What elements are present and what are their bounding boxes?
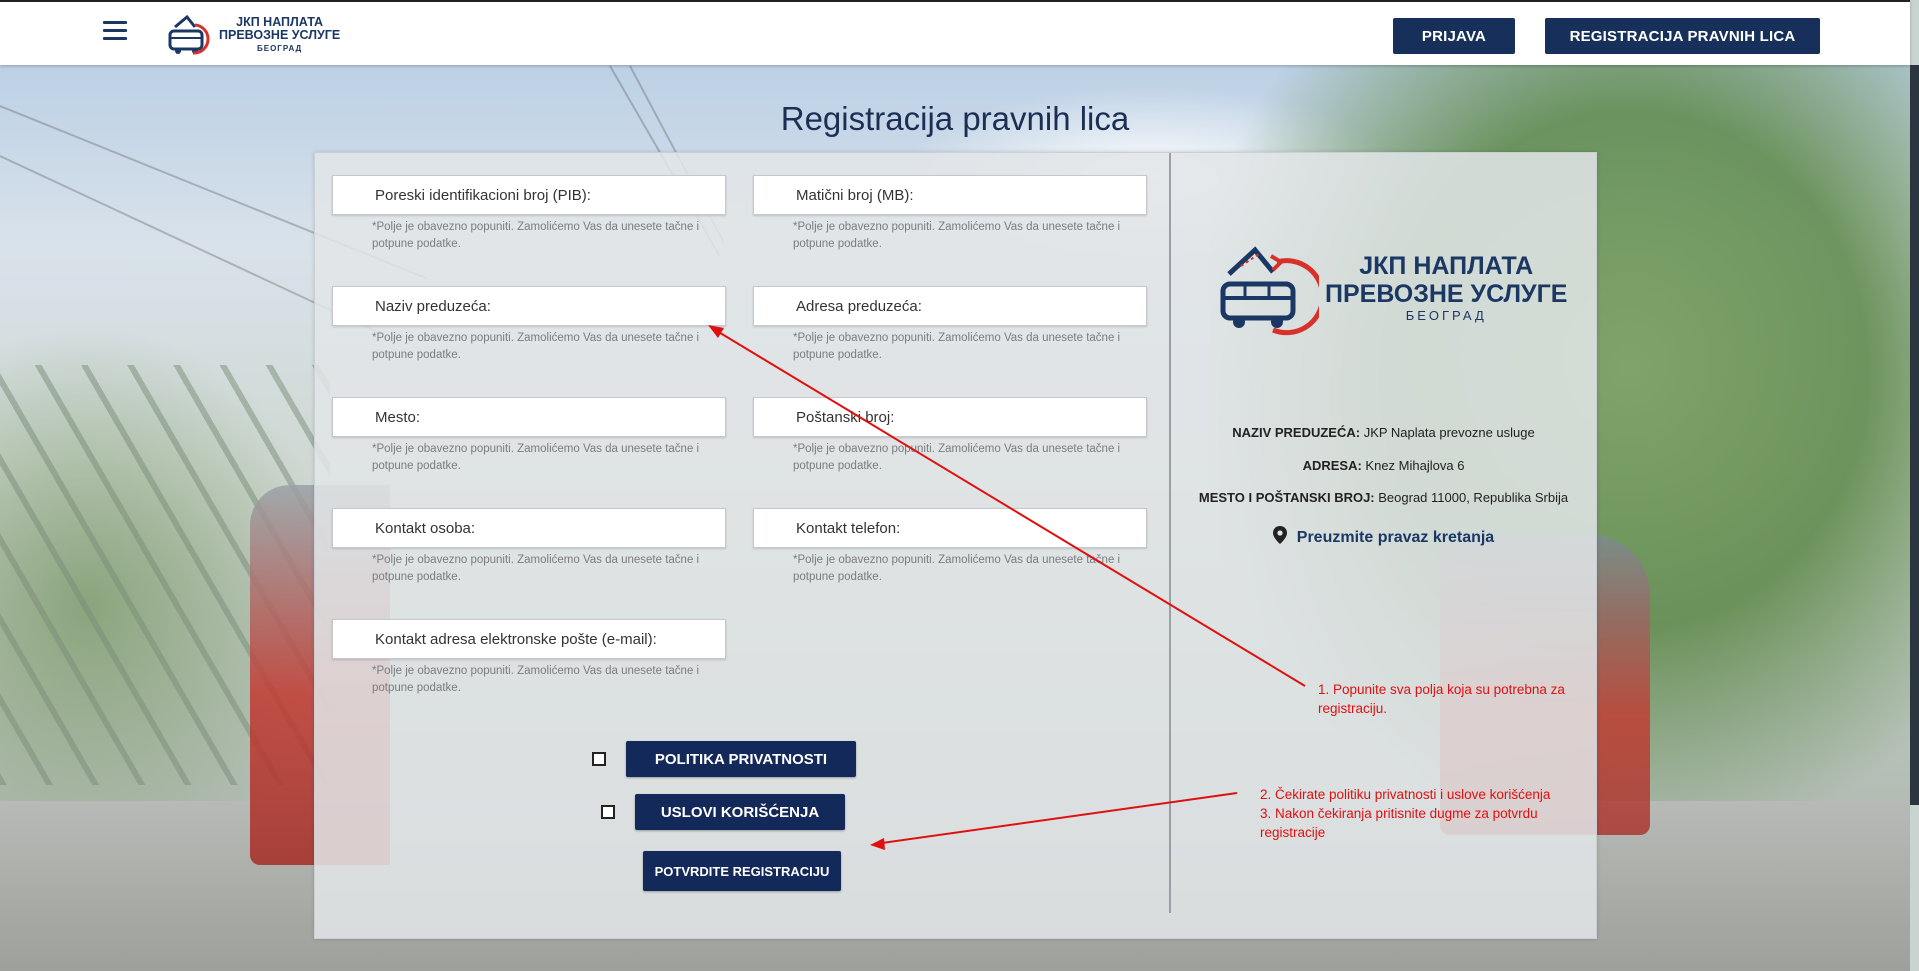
- page-title-wrap: Registracija pravnih lica: [0, 100, 1910, 138]
- mb-input[interactable]: Matični broj (MB):: [753, 175, 1147, 215]
- company-name-info: NAZIV PREDUZEĆA: JKP Naplata prevozne us…: [1171, 425, 1596, 440]
- privacy-checkbox[interactable]: [592, 752, 606, 766]
- directions-link[interactable]: Preuzmite pravaz kretanja: [1171, 526, 1596, 549]
- hamburger-menu-icon[interactable]: [103, 21, 127, 41]
- privacy-policy-button[interactable]: POLITIKA PRIVATNOSTI: [626, 741, 856, 777]
- pib-input[interactable]: Poreski identifikacioni broj (PIB):: [332, 175, 726, 215]
- company-address-label: Adresa preduzeća:: [796, 297, 922, 315]
- contact-phone-field: Kontakt telefon: *Polje je obavezno popu…: [753, 508, 1149, 586]
- company-logo: ЈКП НАПЛАТА ПРЕВОЗНЕ УСЛУГЕ БЕОГРАД: [1215, 233, 1575, 343]
- company-name-key: NAZIV PREDUZEĆA:: [1232, 425, 1361, 440]
- bus-ticket-logo-icon: [1220, 246, 1319, 336]
- contact-phone-input[interactable]: Kontakt telefon:: [753, 508, 1147, 548]
- logo-line2: ПРЕВОЗНЕ УСЛУГЕ: [219, 27, 341, 42]
- annotation-note-2: 2. Čekirate politiku privatnosti i uslov…: [1260, 785, 1550, 842]
- contact-person-input[interactable]: Kontakt osoba:: [332, 508, 726, 548]
- mb-label: Matični broj (MB):: [796, 186, 914, 204]
- annotation-note-1: 1. Popunite sva polja koja su potrebna z…: [1318, 680, 1565, 718]
- note1-line2: registraciju.: [1318, 701, 1388, 716]
- pib-field: Poreski identifikacioni broj (PIB): *Pol…: [332, 175, 728, 253]
- company-address-key: ADRESA:: [1302, 458, 1362, 473]
- company-city-info: MESTO I POŠTANSKI BROJ: Beograd 11000, R…: [1171, 490, 1596, 505]
- note2-line2: 3. Nakon čekiranja pritisnite dugme za p…: [1260, 806, 1538, 821]
- bus-ticket-logo-icon: [168, 14, 210, 55]
- big-logo-line2: ПРЕВОЗНЕ УСЛУГЕ: [1325, 280, 1568, 308]
- company-address-info: ADRESA: Knez Mihajlova 6: [1171, 458, 1596, 473]
- postal-code-hint: *Polje je obavezno popuniti. Zamolićemo …: [793, 443, 1121, 472]
- postal-code-input[interactable]: Poštanski broj:: [753, 397, 1147, 437]
- email-label: Kontakt adresa elektronske pošte (e-mail…: [375, 630, 657, 648]
- register-legal-entities-button[interactable]: REGISTRACIJA PRAVNIH LICA: [1545, 18, 1820, 54]
- mb-field: Matični broj (MB): *Polje je obavezno po…: [753, 175, 1149, 253]
- company-name-hint: *Polje je obavezno popuniti. Zamolićemo …: [372, 332, 700, 361]
- company-address-input[interactable]: Adresa preduzeća:: [753, 286, 1147, 326]
- email-input[interactable]: Kontakt adresa elektronske pošte (e-mail…: [332, 619, 726, 659]
- city-label: Mesto:: [375, 408, 421, 426]
- logo-line3: БЕОГРАД: [256, 43, 303, 53]
- scrollbar[interactable]: [1910, 65, 1919, 805]
- terms-row: USLOVI KORIŠĆENJA: [601, 794, 845, 830]
- contact-person-hint: *Polje je obavezno popuniti. Zamolićemo …: [372, 554, 700, 583]
- location-pin-icon: [1272, 526, 1287, 549]
- city-input[interactable]: Mesto:: [332, 397, 726, 437]
- login-button[interactable]: PRIJAVA: [1393, 18, 1515, 54]
- contact-phone-hint: *Polje je obavezno popuniti. Zamolićemo …: [793, 554, 1121, 583]
- contact-person-field: Kontakt osoba: *Polje je obavezno popuni…: [332, 508, 728, 586]
- top-navbar: ЈКП НАПЛАТА ПРЕВОЗНЕ УСЛУГЕ БЕОГРАД PRIJ…: [0, 0, 1910, 65]
- company-address-hint: *Polje je obavezno popuniti. Zamolićemo …: [793, 332, 1121, 361]
- city-hint: *Polje je obavezno popuniti. Zamolićemo …: [372, 443, 700, 472]
- email-hint: *Polje je obavezno popuniti. Zamolićemo …: [372, 665, 700, 694]
- pib-hint: *Polje je obavezno popuniti. Zamolićemo …: [372, 221, 700, 250]
- company-name-field: Naziv preduzeća: *Polje je obavezno popu…: [332, 286, 728, 364]
- confirm-registration-button[interactable]: POTVRDITE REGISTRACIJU: [643, 851, 841, 891]
- terms-checkbox[interactable]: [601, 805, 615, 819]
- note1-line1: 1. Popunite sva polja koja su potrebna z…: [1318, 682, 1565, 697]
- big-logo-line3: БЕОГРАД: [1405, 308, 1487, 323]
- email-field: Kontakt adresa elektronske pošte (e-mail…: [332, 619, 728, 697]
- big-logo-line1: ЈКП НАПЛАТА: [1359, 252, 1534, 280]
- note2-line1: 2. Čekirate politiku privatnosti i uslov…: [1260, 787, 1551, 802]
- company-city-value: Beograd 11000, Republika Srbija: [1378, 490, 1569, 505]
- company-city-key: MESTO I POŠTANSKI BROJ:: [1198, 490, 1375, 505]
- company-name-value: JKP Naplata prevozne usluge: [1363, 425, 1535, 440]
- city-field: Mesto: *Polje je obavezno popuniti. Zamo…: [332, 397, 728, 475]
- postal-code-label: Poštanski broj:: [796, 408, 895, 426]
- company-name-label: Naziv preduzeća:: [375, 297, 491, 315]
- privacy-row: POLITIKA PRIVATNOSTI: [592, 741, 856, 777]
- company-name-input[interactable]: Naziv preduzeća:: [332, 286, 726, 326]
- logo-line1: ЈКП НАПЛАТА: [236, 14, 324, 29]
- pib-label: Poreski identifikacioni broj (PIB):: [375, 186, 591, 204]
- contact-phone-label: Kontakt telefon:: [796, 519, 901, 537]
- mb-hint: *Polje je obavezno popuniti. Zamolićemo …: [793, 221, 1121, 250]
- directions-label: Preuzmite pravaz kretanja: [1296, 529, 1495, 546]
- header-logo[interactable]: ЈКП НАПЛАТА ПРЕВОЗНЕ УСЛУГЕ БЕОГРАД: [165, 12, 340, 58]
- note2-line3: registracije: [1260, 825, 1326, 840]
- page-title: Registracija pravnih lica: [780, 100, 1130, 137]
- company-address-value: Knez Mihajlova 6: [1365, 458, 1465, 473]
- terms-of-use-button[interactable]: USLOVI KORIŠĆENJA: [635, 794, 845, 830]
- company-address-field: Adresa preduzeća: *Polje je obavezno pop…: [753, 286, 1149, 364]
- postal-code-field: Poštanski broj: *Polje je obavezno popun…: [753, 397, 1149, 475]
- contact-person-label: Kontakt osoba:: [375, 519, 476, 537]
